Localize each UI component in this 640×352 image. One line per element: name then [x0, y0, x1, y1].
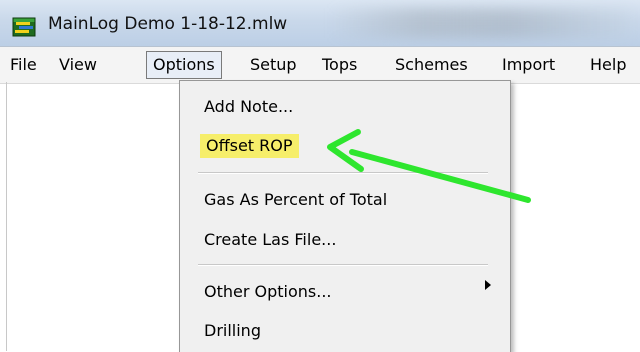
annotation-arrow	[327, 129, 531, 203]
annotation-arrow-shaft	[349, 149, 531, 203]
